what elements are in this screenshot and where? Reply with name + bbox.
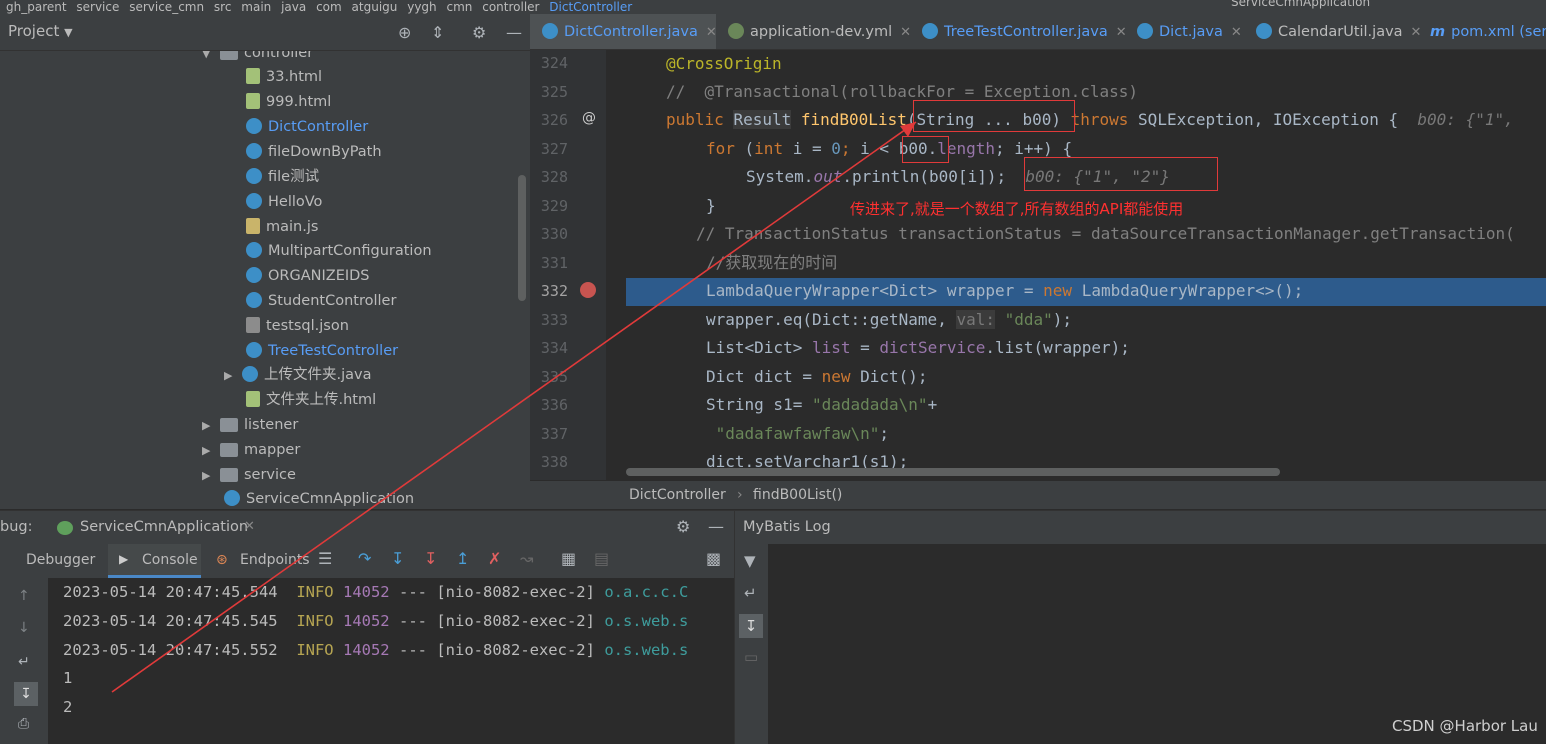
arrow-head <box>900 122 916 137</box>
arrow-line <box>111 121 917 693</box>
watermark: CSDN @Harbor Lau <box>1392 717 1538 735</box>
annotation-arrow <box>111 121 917 693</box>
